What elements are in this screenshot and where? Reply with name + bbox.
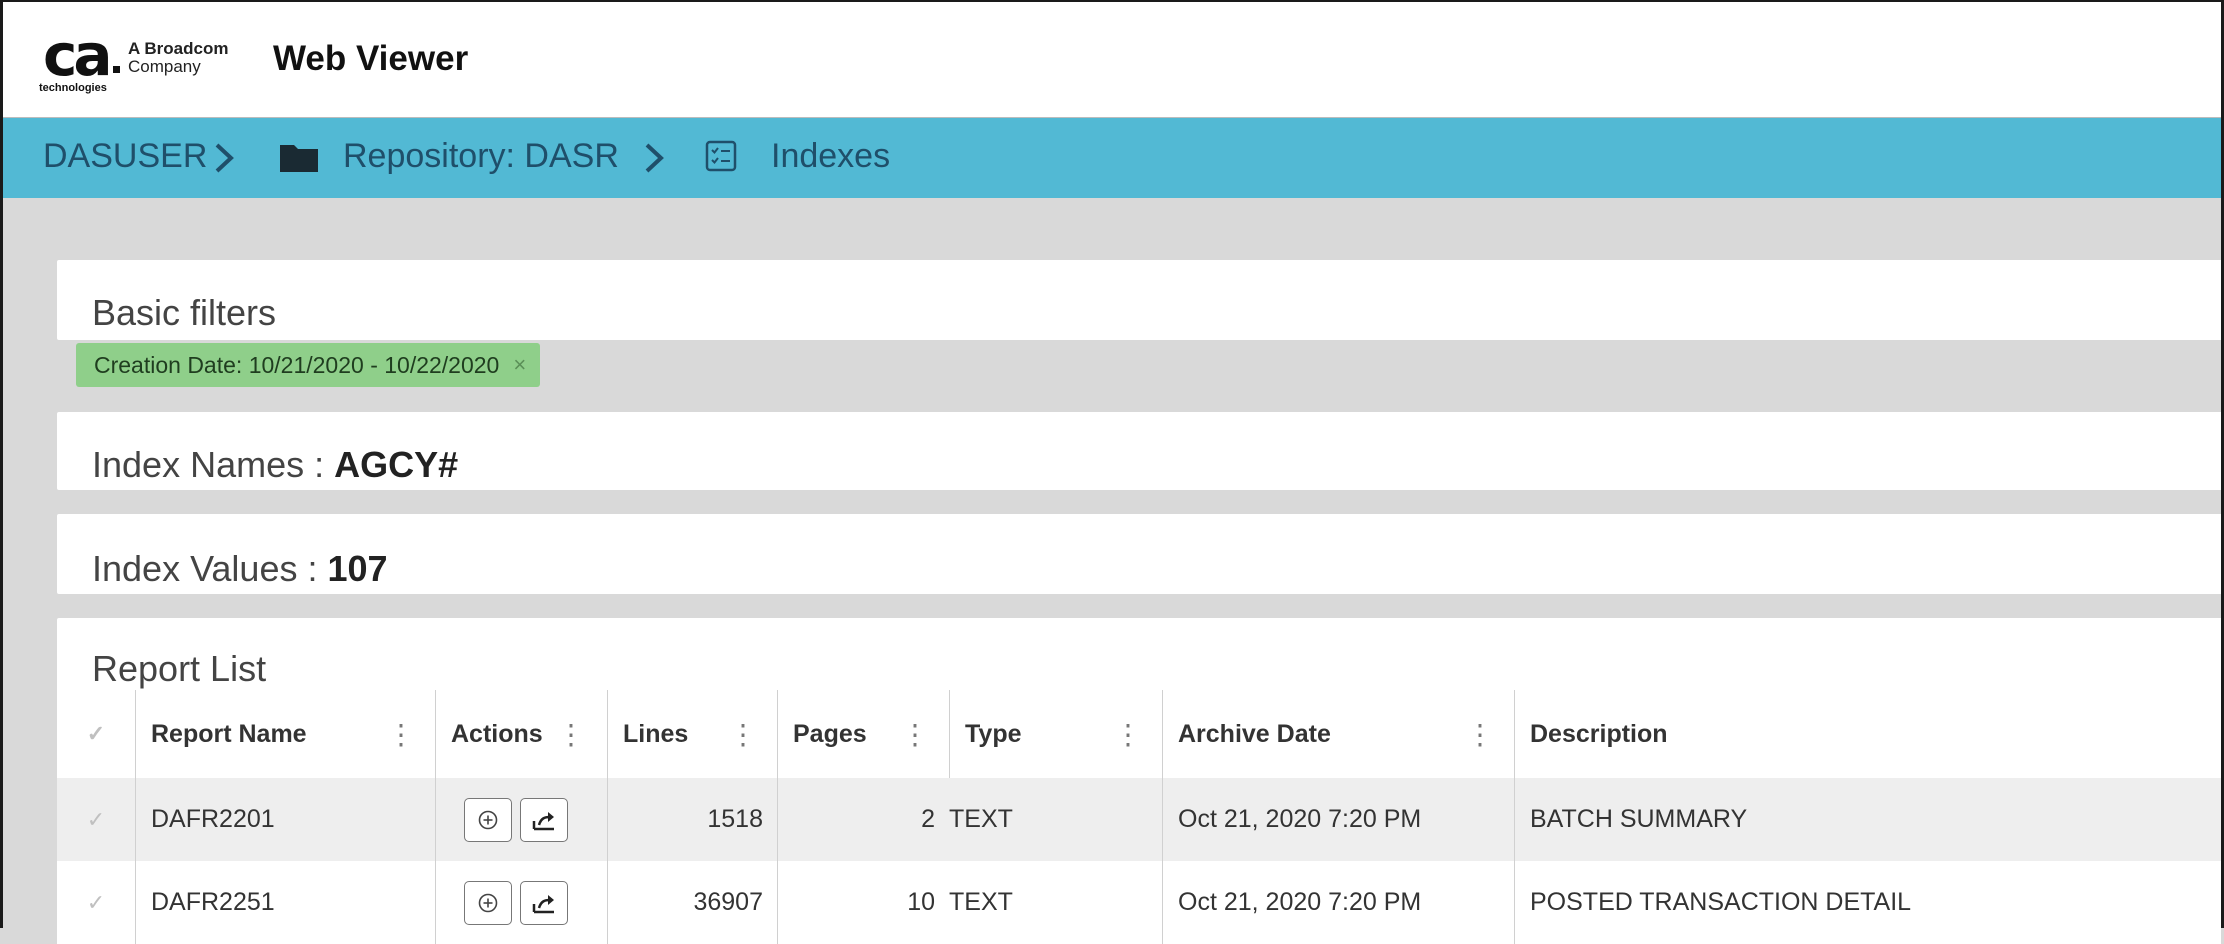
breadcrumb-user[interactable]: DASUSER: [43, 136, 207, 176]
index-values-title: Index Values : 107: [92, 548, 388, 590]
folder-icon: [280, 145, 318, 172]
column-header-archive-date[interactable]: Archive Date ⋮: [1162, 690, 1514, 778]
index-names-card[interactable]: Index Names : AGCY#: [57, 412, 2221, 490]
column-header-description[interactable]: Description: [1514, 690, 2221, 778]
breadcrumb: DASUSER Repository: DASR Indexes: [3, 118, 2221, 198]
column-header-label: Description: [1530, 719, 1668, 748]
app-title: Web Viewer: [273, 39, 469, 78]
basic-filters-title: Basic filters: [92, 292, 277, 333]
row-checkbox[interactable]: ✓: [57, 778, 135, 861]
broadcom-line2: Company: [128, 57, 201, 76]
index-values-card[interactable]: Index Values : 107: [57, 514, 2221, 594]
filter-chip-label: Creation Date: 10/21/2020 - 10/22/2020: [94, 351, 500, 378]
cell-pages: 10: [777, 861, 949, 944]
cell-type: TEXT: [949, 805, 1013, 833]
table-header-row: ✓ Report Name ⋮ Actions ⋮ Lines ⋮ Pages …: [57, 690, 2221, 778]
broadcom-line1: A Broadcom: [128, 39, 229, 58]
chevron-right-icon: [215, 143, 234, 173]
column-menu-icon[interactable]: ⋮: [557, 718, 585, 751]
column-header-report-name[interactable]: Report Name ⋮: [135, 690, 435, 778]
cell-report-name[interactable]: DAFR2201: [135, 778, 435, 861]
column-menu-icon[interactable]: ⋮: [1466, 718, 1494, 751]
export-icon: [532, 894, 554, 913]
zoom-plus-icon: [478, 893, 498, 912]
column-header-label: Archive Date: [1178, 719, 1331, 748]
view-button[interactable]: [464, 880, 512, 925]
column-header-label: Lines: [623, 719, 689, 748]
table-row[interactable]: ✓ DAFR2251 36907 10 TEXT Oct 21, 2020 7:…: [57, 861, 2221, 944]
zoom-plus-icon: [478, 810, 498, 829]
table-row[interactable]: ✓ DAFR2201 1518 2 TEXT Oct 21, 2020 7:20…: [57, 778, 2221, 861]
column-header-label: Type: [965, 719, 1022, 748]
export-icon: [532, 811, 554, 830]
cell-archive-date: Oct 21, 2020 7:20 PM: [1162, 861, 1514, 944]
close-icon[interactable]: ×: [513, 352, 526, 378]
cell-pages: 2: [777, 778, 949, 861]
checklist-icon: [705, 140, 737, 172]
cell-lines: 1518: [607, 778, 777, 861]
filter-chip[interactable]: Creation Date: 10/21/2020 - 10/22/2020 ×: [76, 343, 541, 387]
select-all-checkbox[interactable]: ✓: [57, 690, 135, 778]
breadcrumb-repository[interactable]: Repository: DASR: [343, 136, 619, 176]
index-values-label: Index Values :: [92, 548, 318, 589]
column-menu-icon[interactable]: ⋮: [729, 718, 757, 751]
column-header-lines[interactable]: Lines ⋮: [607, 690, 777, 778]
column-menu-icon[interactable]: ⋮: [901, 718, 929, 751]
cell-type: TEXT: [949, 888, 1013, 916]
column-header-type[interactable]: Type ⋮: [949, 690, 1162, 778]
broadcom-tagline: A Broadcom Company: [128, 40, 228, 76]
breadcrumb-current: Indexes: [771, 137, 891, 175]
cell-lines: 36907: [607, 861, 777, 944]
cell-description: POSTED TRANSACTION DETAIL: [1514, 861, 2221, 944]
view-button[interactable]: [464, 797, 512, 842]
column-menu-icon[interactable]: ⋮: [387, 718, 415, 751]
cell-actions: [435, 778, 607, 861]
export-button[interactable]: [520, 797, 568, 842]
ca-logo: ca: [43, 21, 113, 89]
index-names-value: AGCY#: [334, 444, 459, 485]
column-header-pages[interactable]: Pages ⋮: [777, 690, 949, 778]
cell-description: BATCH SUMMARY: [1514, 778, 2221, 861]
cell-archive-date: Oct 21, 2020 7:20 PM: [1162, 778, 1514, 861]
basic-filters-card[interactable]: Basic filters: [57, 260, 2221, 340]
app-header: ca technologies A Broadcom Company Web V…: [3, 2, 2221, 118]
report-list-title: Report List: [92, 648, 267, 689]
column-header-label: Pages: [793, 719, 867, 748]
column-header-label: Report Name: [151, 719, 307, 748]
column-header-label: Actions: [451, 719, 543, 748]
column-menu-icon[interactable]: ⋮: [1114, 718, 1142, 751]
index-names-label: Index Names :: [92, 444, 325, 485]
cell-actions: [435, 861, 607, 944]
column-header-actions[interactable]: Actions ⋮: [435, 690, 607, 778]
index-names-title: Index Names : AGCY#: [92, 444, 458, 486]
cell-report-name[interactable]: DAFR2251: [135, 861, 435, 944]
export-button[interactable]: [520, 880, 568, 925]
row-checkbox[interactable]: ✓: [57, 861, 135, 944]
chevron-right-icon: [645, 143, 664, 173]
logo-dot: [113, 66, 120, 73]
logo-subtext: technologies: [39, 82, 107, 94]
index-values-value: 107: [327, 548, 388, 589]
